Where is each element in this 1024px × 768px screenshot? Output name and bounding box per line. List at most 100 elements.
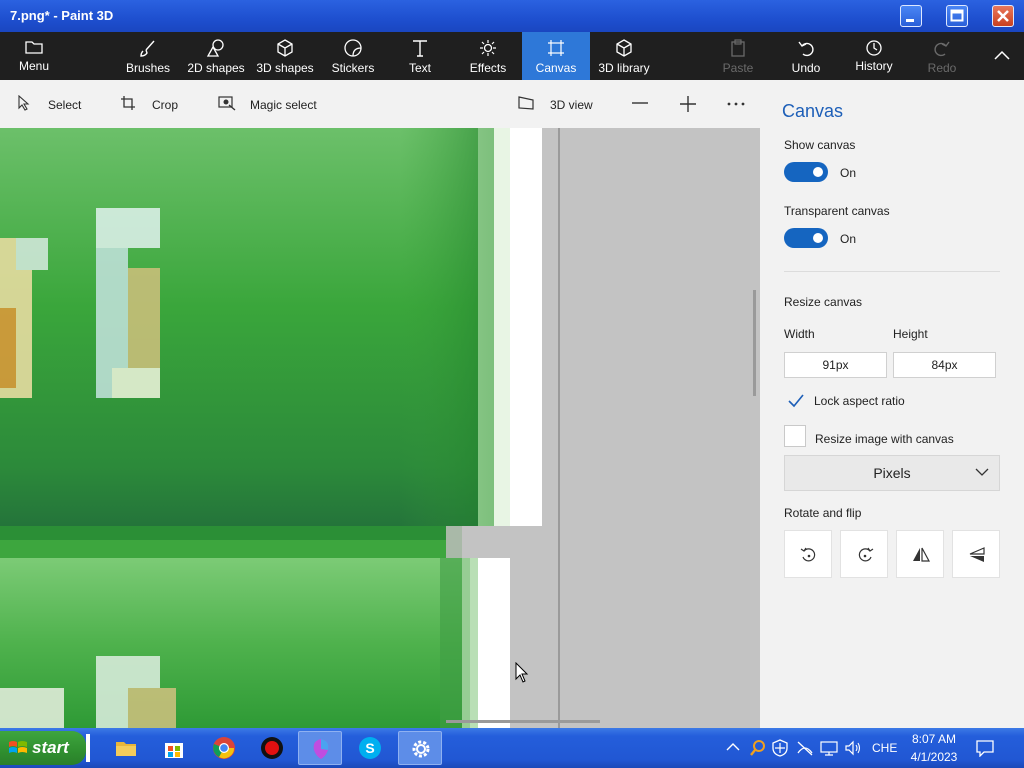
cursor-icon (18, 95, 30, 111)
horizontal-scrollbar[interactable] (446, 720, 600, 723)
tab-stickers[interactable]: Stickers (326, 32, 380, 80)
width-input[interactable]: 91px (784, 352, 887, 378)
taskbar-recorder[interactable] (250, 731, 294, 765)
taskbar-file-explorer[interactable] (104, 731, 148, 765)
rotate-flip-label: Rotate and flip (784, 506, 862, 520)
folder-icon (116, 742, 136, 756)
redo-button[interactable]: Redo (920, 32, 964, 80)
rotate-right-button[interactable] (840, 530, 888, 578)
resize-image-label: Resize image with canvas (815, 432, 954, 446)
taskbar-settings[interactable] (398, 731, 442, 765)
undo-button[interactable]: Undo (782, 32, 830, 80)
taskbar-chrome[interactable] (202, 731, 246, 765)
vertical-scrollbar[interactable] (753, 290, 756, 396)
notifications-icon[interactable] (976, 739, 994, 757)
flip-vertical-button[interactable] (952, 530, 1000, 578)
security-shield-icon[interactable] (772, 739, 788, 757)
clock-time[interactable]: 8:07 AM (910, 732, 958, 746)
chrome-icon (213, 737, 235, 759)
zoom-out-button[interactable] (624, 80, 656, 128)
history-label: History (855, 59, 893, 73)
plus-icon (680, 96, 696, 112)
3d-shapes-icon (277, 39, 293, 57)
record-icon (261, 737, 283, 759)
effects-icon (480, 40, 496, 56)
search-icon[interactable] (750, 739, 766, 757)
tab-label: 3D library (598, 61, 650, 75)
tab-canvas[interactable]: Canvas (522, 32, 590, 80)
magic-select-tool[interactable]: Magic select (212, 80, 332, 128)
close-icon (997, 10, 1009, 22)
3d-view-button[interactable]: 3D view (510, 80, 606, 128)
show-canvas-label: Show canvas (784, 138, 856, 152)
language-indicator[interactable]: CHE (872, 741, 897, 755)
tab-label: Brushes (125, 61, 171, 75)
canvas-panel: Canvas Show canvas On Transparent canvas… (760, 80, 1024, 728)
paint-3d-icon (313, 739, 329, 759)
units-selected: Pixels (873, 465, 911, 481)
rotate-left-button[interactable] (784, 530, 832, 578)
menu-button[interactable]: Menu (0, 32, 68, 80)
zoom-in-button[interactable] (672, 80, 704, 128)
monitor-icon[interactable] (820, 740, 838, 756)
close-button[interactable] (992, 5, 1014, 27)
title-bar: 7.png* - Paint 3D (0, 0, 1024, 32)
taskbar: start S CHE 8:07 AM 4/1/2023 (0, 728, 1024, 768)
tab-3d-library[interactable]: 3D library (596, 32, 652, 80)
start-label: start (32, 738, 69, 757)
3d-view-icon (518, 96, 534, 110)
taskbar-store[interactable] (152, 731, 196, 765)
transparent-canvas-toggle[interactable] (784, 228, 828, 248)
crop-tool[interactable]: Crop (114, 80, 194, 128)
taskbar-separator (86, 734, 90, 762)
chevron-down-icon (975, 468, 989, 476)
text-icon (413, 40, 427, 57)
resize-image-checkbox[interactable] (784, 425, 806, 447)
taskbar-skype[interactable]: S (348, 731, 392, 765)
minimize-button[interactable] (900, 5, 922, 27)
checkmark-icon (788, 394, 804, 408)
chevron-up-icon (994, 50, 1010, 60)
transparent-canvas-state: On (840, 232, 857, 246)
mouse-cursor-icon (515, 662, 529, 683)
redo-icon (934, 41, 950, 57)
tab-text[interactable]: Text (396, 32, 444, 80)
rotate-right-icon (858, 547, 874, 562)
height-input[interactable]: 84px (893, 352, 996, 378)
flip-vertical-icon (969, 547, 985, 562)
width-label: Width (784, 327, 815, 341)
taskbar-paint-3d[interactable] (298, 731, 342, 765)
history-button[interactable]: History (848, 32, 900, 80)
units-dropdown[interactable]: Pixels (784, 455, 1000, 491)
canvas-border-line (558, 128, 560, 728)
divider (784, 271, 1000, 272)
height-label: Height (893, 327, 928, 341)
canvas-image[interactable] (0, 128, 560, 728)
lock-aspect-checkbox[interactable] (784, 389, 806, 411)
maximize-button[interactable] (946, 5, 968, 27)
canvas-toolbar: Select Crop Magic select 3D view (0, 80, 760, 128)
tab-brushes[interactable]: Brushes (120, 32, 176, 80)
paste-button[interactable]: Paste (716, 32, 760, 80)
clock-date[interactable]: 4/1/2023 (910, 750, 958, 764)
start-button[interactable]: start (0, 731, 86, 765)
canvas-icon (548, 40, 564, 56)
more-options-button[interactable] (720, 80, 752, 128)
tab-label: Canvas (535, 61, 577, 75)
workspace[interactable] (0, 128, 760, 728)
ribbon: Menu Brushes 2D shapes 3D shapes Sticker… (0, 32, 1024, 80)
network-icon[interactable] (796, 740, 814, 756)
collapse-ribbon-button[interactable] (980, 32, 1024, 80)
select-tool[interactable]: Select (10, 80, 90, 128)
brush-icon (140, 40, 155, 57)
tab-3d-shapes[interactable]: 3D shapes (254, 32, 316, 80)
magic-select-label: Magic select (250, 98, 317, 112)
flip-horizontal-button[interactable] (896, 530, 944, 578)
chevron-up-icon[interactable] (726, 742, 740, 752)
maximize-icon (950, 9, 964, 22)
show-canvas-toggle[interactable] (784, 162, 828, 182)
volume-icon[interactable] (844, 740, 862, 756)
tab-effects[interactable]: Effects (464, 32, 512, 80)
store-icon (165, 743, 183, 758)
tab-2d-shapes[interactable]: 2D shapes (186, 32, 246, 80)
